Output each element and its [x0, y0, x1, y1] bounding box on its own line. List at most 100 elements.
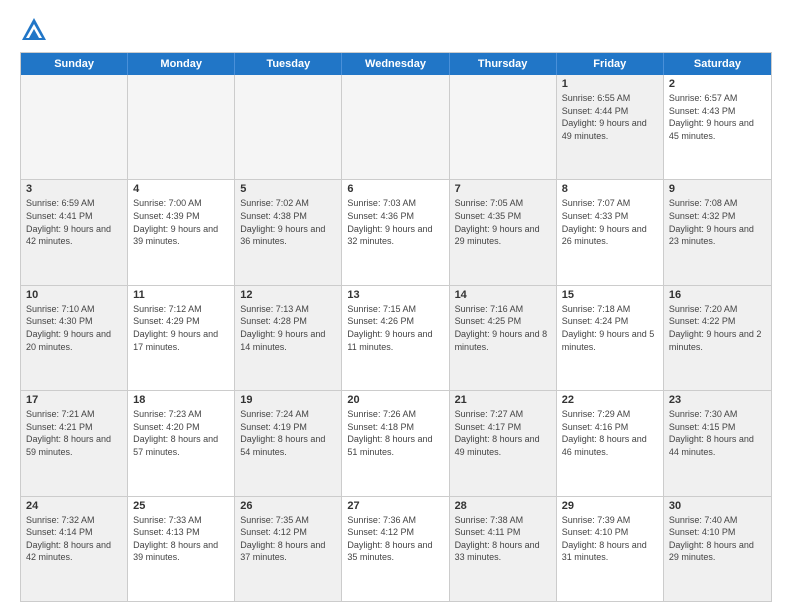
day-number: 29: [562, 500, 658, 512]
day-info: Sunrise: 6:59 AM Sunset: 4:41 PM Dayligh…: [26, 197, 122, 247]
day-info: Sunrise: 7:36 AM Sunset: 4:12 PM Dayligh…: [347, 514, 443, 564]
weekday-header-sunday: Sunday: [21, 53, 128, 75]
day-number: 4: [133, 183, 229, 195]
calendar-cell-6: 6 Sunrise: 7:03 AM Sunset: 4:36 PM Daylig…: [342, 180, 449, 284]
calendar-cell-3: 3 Sunrise: 6:59 AM Sunset: 4:41 PM Daylig…: [21, 180, 128, 284]
day-number: 13: [347, 289, 443, 301]
day-info: Sunrise: 7:27 AM Sunset: 4:17 PM Dayligh…: [455, 408, 551, 458]
calendar: SundayMondayTuesdayWednesdayThursdayFrid…: [20, 52, 772, 602]
day-number: 27: [347, 500, 443, 512]
calendar-cell-26: 26 Sunrise: 7:35 AM Sunset: 4:12 PM Dayli…: [235, 497, 342, 601]
header: [20, 16, 772, 44]
calendar-row-1: 3 Sunrise: 6:59 AM Sunset: 4:41 PM Daylig…: [21, 180, 771, 285]
logo: [20, 16, 52, 44]
calendar-cell-16: 16 Sunrise: 7:20 AM Sunset: 4:22 PM Dayli…: [664, 286, 771, 390]
day-number: 16: [669, 289, 766, 301]
weekday-header-thursday: Thursday: [450, 53, 557, 75]
calendar-cell-empty-0-2: [235, 75, 342, 179]
calendar-cell-9: 9 Sunrise: 7:08 AM Sunset: 4:32 PM Daylig…: [664, 180, 771, 284]
day-info: Sunrise: 7:15 AM Sunset: 4:26 PM Dayligh…: [347, 303, 443, 353]
day-number: 30: [669, 500, 766, 512]
calendar-cell-13: 13 Sunrise: 7:15 AM Sunset: 4:26 PM Dayli…: [342, 286, 449, 390]
calendar-cell-29: 29Sunrise: 7:39 AM Sunset: 4:10 PM Dayli…: [557, 497, 664, 601]
day-info: Sunrise: 7:20 AM Sunset: 4:22 PM Dayligh…: [669, 303, 766, 353]
calendar-cell-5: 5 Sunrise: 7:02 AM Sunset: 4:38 PM Daylig…: [235, 180, 342, 284]
calendar-cell-8: 8Sunrise: 7:07 AM Sunset: 4:33 PM Daylig…: [557, 180, 664, 284]
calendar-cell-23: 23 Sunrise: 7:30 AM Sunset: 4:15 PM Dayli…: [664, 391, 771, 495]
day-info: Sunrise: 7:08 AM Sunset: 4:32 PM Dayligh…: [669, 197, 766, 247]
calendar-cell-11: 11 Sunrise: 7:12 AM Sunset: 4:29 PM Dayli…: [128, 286, 235, 390]
calendar-row-3: 17 Sunrise: 7:21 AM Sunset: 4:21 PM Dayli…: [21, 391, 771, 496]
logo-icon: [20, 16, 48, 44]
day-number: 25: [133, 500, 229, 512]
day-number: 28: [455, 500, 551, 512]
calendar-cell-28: 28 Sunrise: 7:38 AM Sunset: 4:11 PM Dayli…: [450, 497, 557, 601]
calendar-cell-24: 24Sunrise: 7:32 AM Sunset: 4:14 PM Dayli…: [21, 497, 128, 601]
day-number: 22: [562, 394, 658, 406]
calendar-cell-19: 19 Sunrise: 7:24 AM Sunset: 4:19 PM Dayli…: [235, 391, 342, 495]
day-info: Sunrise: 7:40 AM Sunset: 4:10 PM Dayligh…: [669, 514, 766, 564]
day-number: 17: [26, 394, 122, 406]
calendar-cell-empty-0-3: [342, 75, 449, 179]
day-number: 1: [562, 78, 658, 90]
calendar-cell-25: 25 Sunrise: 7:33 AM Sunset: 4:13 PM Dayli…: [128, 497, 235, 601]
calendar-cell-30: 30 Sunrise: 7:40 AM Sunset: 4:10 PM Dayli…: [664, 497, 771, 601]
day-info: Sunrise: 7:26 AM Sunset: 4:18 PM Dayligh…: [347, 408, 443, 458]
day-number: 3: [26, 183, 122, 195]
day-number: 20: [347, 394, 443, 406]
calendar-cell-10: 10 Sunrise: 7:10 AM Sunset: 4:30 PM Dayli…: [21, 286, 128, 390]
day-info: Sunrise: 7:03 AM Sunset: 4:36 PM Dayligh…: [347, 197, 443, 247]
day-info: Sunrise: 7:12 AM Sunset: 4:29 PM Dayligh…: [133, 303, 229, 353]
day-number: 10: [26, 289, 122, 301]
day-number: 8: [562, 183, 658, 195]
day-number: 2: [669, 78, 766, 90]
day-info: Sunrise: 7:21 AM Sunset: 4:21 PM Dayligh…: [26, 408, 122, 458]
calendar-cell-12: 12 Sunrise: 7:13 AM Sunset: 4:28 PM Dayli…: [235, 286, 342, 390]
calendar-cell-27: 27 Sunrise: 7:36 AM Sunset: 4:12 PM Dayli…: [342, 497, 449, 601]
calendar-cell-empty-0-1: [128, 75, 235, 179]
calendar-header: SundayMondayTuesdayWednesdayThursdayFrid…: [21, 53, 771, 75]
calendar-cell-1: 1Sunrise: 6:55 AM Sunset: 4:44 PM Daylig…: [557, 75, 664, 179]
day-info: Sunrise: 7:10 AM Sunset: 4:30 PM Dayligh…: [26, 303, 122, 353]
calendar-cell-15: 15Sunrise: 7:18 AM Sunset: 4:24 PM Dayli…: [557, 286, 664, 390]
calendar-row-0: 1Sunrise: 6:55 AM Sunset: 4:44 PM Daylig…: [21, 75, 771, 180]
day-info: Sunrise: 7:02 AM Sunset: 4:38 PM Dayligh…: [240, 197, 336, 247]
calendar-cell-14: 14Sunrise: 7:16 AM Sunset: 4:25 PM Dayli…: [450, 286, 557, 390]
calendar-cell-18: 18 Sunrise: 7:23 AM Sunset: 4:20 PM Dayli…: [128, 391, 235, 495]
day-info: Sunrise: 7:24 AM Sunset: 4:19 PM Dayligh…: [240, 408, 336, 458]
day-number: 5: [240, 183, 336, 195]
weekday-header-wednesday: Wednesday: [342, 53, 449, 75]
day-info: Sunrise: 7:29 AM Sunset: 4:16 PM Dayligh…: [562, 408, 658, 458]
calendar-cell-21: 21Sunrise: 7:27 AM Sunset: 4:17 PM Dayli…: [450, 391, 557, 495]
day-number: 9: [669, 183, 766, 195]
day-info: Sunrise: 7:30 AM Sunset: 4:15 PM Dayligh…: [669, 408, 766, 458]
day-number: 26: [240, 500, 336, 512]
calendar-cell-4: 4 Sunrise: 7:00 AM Sunset: 4:39 PM Daylig…: [128, 180, 235, 284]
calendar-cell-7: 7 Sunrise: 7:05 AM Sunset: 4:35 PM Daylig…: [450, 180, 557, 284]
day-info: Sunrise: 7:23 AM Sunset: 4:20 PM Dayligh…: [133, 408, 229, 458]
day-number: 23: [669, 394, 766, 406]
day-number: 7: [455, 183, 551, 195]
day-info: Sunrise: 7:00 AM Sunset: 4:39 PM Dayligh…: [133, 197, 229, 247]
weekday-header-friday: Friday: [557, 53, 664, 75]
day-number: 18: [133, 394, 229, 406]
calendar-row-2: 10 Sunrise: 7:10 AM Sunset: 4:30 PM Dayli…: [21, 286, 771, 391]
day-info: Sunrise: 7:35 AM Sunset: 4:12 PM Dayligh…: [240, 514, 336, 564]
day-info: Sunrise: 7:13 AM Sunset: 4:28 PM Dayligh…: [240, 303, 336, 353]
day-info: Sunrise: 7:32 AM Sunset: 4:14 PM Dayligh…: [26, 514, 122, 564]
day-number: 11: [133, 289, 229, 301]
day-number: 6: [347, 183, 443, 195]
day-number: 15: [562, 289, 658, 301]
day-number: 19: [240, 394, 336, 406]
calendar-row-4: 24Sunrise: 7:32 AM Sunset: 4:14 PM Dayli…: [21, 497, 771, 601]
calendar-cell-empty-0-4: [450, 75, 557, 179]
day-info: Sunrise: 7:16 AM Sunset: 4:25 PM Dayligh…: [455, 303, 551, 353]
day-info: Sunrise: 7:33 AM Sunset: 4:13 PM Dayligh…: [133, 514, 229, 564]
day-info: Sunrise: 7:38 AM Sunset: 4:11 PM Dayligh…: [455, 514, 551, 564]
calendar-cell-17: 17 Sunrise: 7:21 AM Sunset: 4:21 PM Dayli…: [21, 391, 128, 495]
day-info: Sunrise: 6:57 AM Sunset: 4:43 PM Dayligh…: [669, 92, 766, 142]
day-number: 12: [240, 289, 336, 301]
calendar-body: 1Sunrise: 6:55 AM Sunset: 4:44 PM Daylig…: [21, 75, 771, 601]
day-info: Sunrise: 7:05 AM Sunset: 4:35 PM Dayligh…: [455, 197, 551, 247]
weekday-header-monday: Monday: [128, 53, 235, 75]
